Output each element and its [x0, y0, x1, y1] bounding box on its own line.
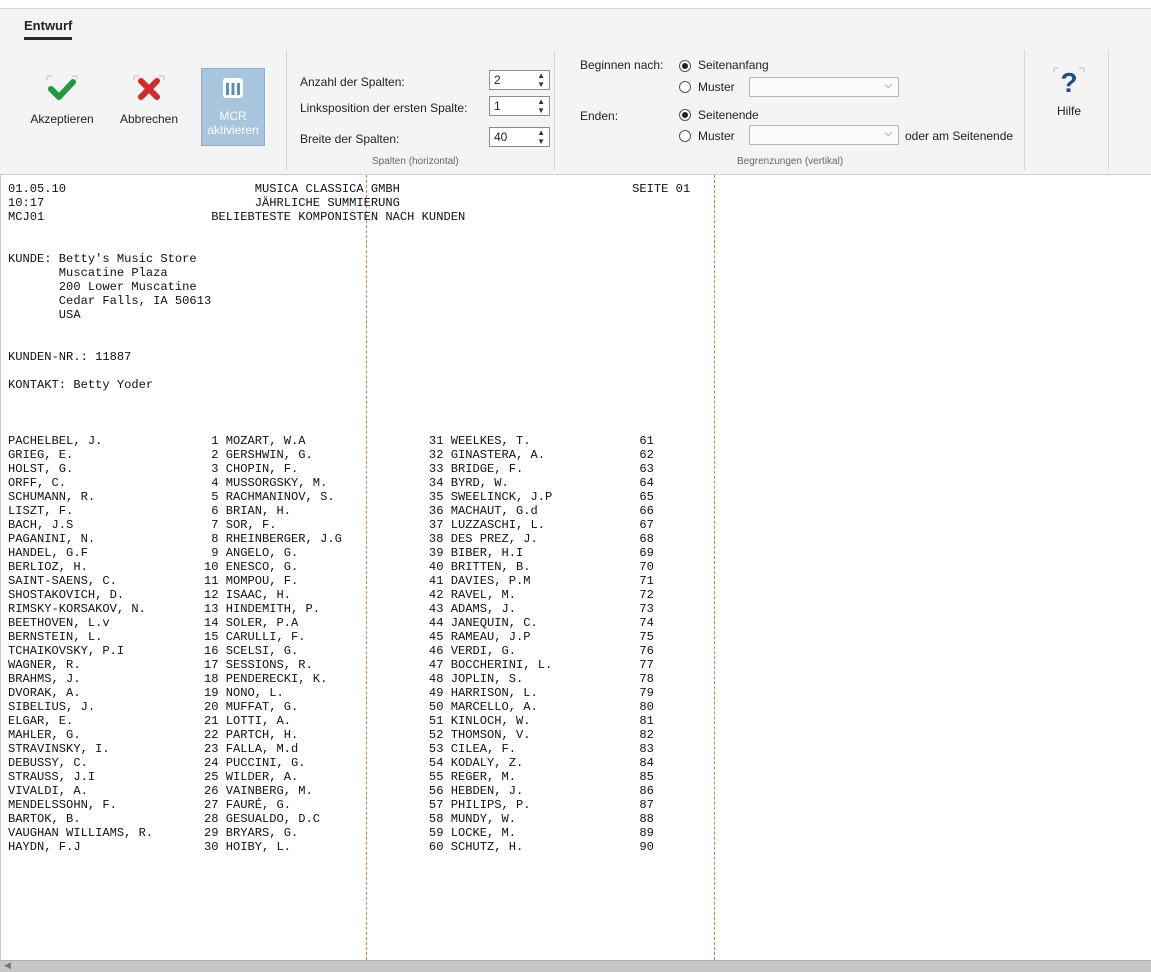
end-page-end-radio[interactable]: [679, 109, 691, 121]
report-line: RIMSKY-KORSAKOV, N. 13 HINDEMITH, P. 43 …: [8, 602, 654, 616]
cancel-button[interactable]: Abbrechen: [112, 68, 186, 146]
mcr-label: MCR aktivieren: [202, 109, 264, 137]
column-width-spinner[interactable]: 40 ▲ ▼: [489, 127, 550, 147]
report-line: MAHLER, G. 22 PARTCH, H. 52 THOMSON, V. …: [8, 728, 654, 742]
report-line: KONTAKT: Betty Yoder: [8, 378, 154, 392]
report-line: BERNSTEIN, L. 15 CARULLI, F. 45 RAMEAU, …: [8, 630, 654, 644]
help-button[interactable]: ? Hilfe: [1043, 60, 1095, 138]
report-view[interactable]: 01.05.10 MUSICA CLASSICA GMBH SEITE 01 10…: [0, 175, 1151, 960]
report-line: SIBELIUS, J. 20 MUFFAT, G. 50 MARCELLO, …: [8, 700, 654, 714]
report-line: BEETHOVEN, L.v 14 SOLER, P.A 44 JANEQUIN…: [8, 616, 654, 630]
report-line: PAGANINI, N. 8 RHEINBERGER, J.G 38 DES P…: [8, 532, 654, 546]
left-position-spinner[interactable]: 1 ▲ ▼: [489, 96, 550, 116]
mcr-label-line2: aktivieren: [207, 123, 259, 137]
report-line: Cedar Falls, IA 50613: [8, 294, 212, 308]
left-position-label: Linksposition der ersten Spalte:: [300, 101, 468, 115]
report-line: ELGAR, E. 21 LOTTI, A. 51 KINLOCH, W. 81: [8, 714, 654, 728]
ribbon: Entwurf Akzeptieren Abbrechen MCR aktivi…: [0, 0, 1151, 175]
report-line: VIVALDI, A. 26 VAINBERG, M. 56 HEBDEN, J…: [8, 784, 654, 798]
column-count-spinner[interactable]: 2 ▲ ▼: [489, 70, 550, 90]
report-line: PACHELBEL, J. 1 MOZART, W.A 31 WEELKES, …: [8, 434, 654, 448]
report-line: GRIEG, E. 2 GERSHWIN, G. 32 GINASTERA, A…: [8, 448, 654, 462]
spinner-arrows-icon[interactable]: ▲ ▼: [537, 71, 545, 89]
spinner-arrows-icon[interactable]: ▲ ▼: [537, 97, 545, 115]
report-line: DEBUSSY, C. 24 PUCCINI, G. 54 KODALY, Z.…: [8, 756, 654, 770]
svg-text:?: ?: [1060, 67, 1077, 96]
report-line: KUNDEN-NR.: 11887: [8, 350, 132, 364]
cancel-label: Abbrechen: [119, 112, 179, 126]
report-line: LISZT, F. 6 BRIAN, H. 36 MACHAUT, G.d 66: [8, 504, 654, 518]
report-line: ORFF, C. 4 MUSSORGSKY, M. 34 BYRD, W. 64: [8, 476, 654, 490]
report-line: STRAUSS, J.I 25 WILDER, A. 55 REGER, M. …: [8, 770, 654, 784]
separator: [1024, 50, 1025, 170]
begin-pattern-dropdown[interactable]: ⌵: [749, 77, 899, 97]
scroll-left-icon[interactable]: ◀: [4, 960, 11, 971]
report-line: SAINT-SAENS, C. 11 MOMPOU, F. 41 DAVIES,…: [8, 574, 654, 588]
report-line: 10:17 JÄHRLICHE SUMMIERUNG: [8, 196, 400, 210]
mcr-label-line1: MCR: [219, 109, 247, 123]
report-line: WAGNER, R. 17 SESSIONS, R. 47 BOCCHERINI…: [8, 658, 654, 672]
x-icon: [133, 75, 165, 100]
begin-page-start-radio[interactable]: [679, 60, 691, 72]
report-line: SCHUMANN, R. 5 RACHMANINOV, S. 35 SWEELI…: [8, 490, 654, 504]
accept-label: Akzeptieren: [30, 112, 94, 126]
help-label: Hilfe: [1056, 104, 1081, 118]
begin-page-start-label: Seitenanfang: [698, 58, 769, 72]
report-line: 01.05.10 MUSICA CLASSICA GMBH SEITE 01: [8, 182, 691, 196]
column-guide-line[interactable]: [714, 175, 715, 960]
report-line: BARTOK, B. 28 GESUALDO, D.C 58 MUNDY, W.…: [8, 812, 654, 826]
begin-pattern-label: Muster: [698, 80, 735, 94]
begin-after-label: Beginnen nach:: [580, 58, 664, 72]
separator: [1108, 50, 1109, 170]
tab-entwurf[interactable]: Entwurf: [24, 18, 73, 40]
question-mark-icon: ?: [1053, 67, 1085, 96]
left-position-value: 1: [494, 99, 501, 113]
chevron-down-icon: ⌵: [884, 128, 892, 139]
report-line: DVORAK, A. 19 NONO, L. 49 HARRISON, L. 7…: [8, 686, 654, 700]
end-page-end-label: Seitenende: [698, 108, 759, 122]
separator: [286, 50, 287, 170]
checkmark-icon: [46, 75, 78, 100]
report-line: BRAHMS, J. 18 PENDERECKI, K. 48 JOPLIN, …: [8, 672, 654, 686]
spinner-arrows-icon[interactable]: ▲ ▼: [537, 128, 545, 146]
end-pattern-dropdown[interactable]: ⌵: [749, 125, 899, 145]
report-line: 200 Lower Muscatine: [8, 280, 197, 294]
ribbon-top-border: [0, 0, 1151, 9]
report-line: BERLIOZ, H. 10 ENESCO, G. 40 BRITTEN, B.…: [8, 560, 654, 574]
begin-pattern-radio[interactable]: [679, 81, 691, 93]
report-line: STRAVINSKY, I. 23 FALLA, M.d 53 CILEA, F…: [8, 742, 654, 756]
report-line: VAUGHAN WILLIAMS, R. 29 BRYARS, G. 59 LO…: [8, 826, 654, 840]
column-width-label: Breite der Spalten:: [300, 132, 400, 146]
end-pattern-radio[interactable]: [679, 130, 691, 142]
report-line: SHOSTAKOVICH, D. 12 ISAAC, H. 42 RAVEL, …: [8, 588, 654, 602]
report-line: HAYDN, F.J 30 HOIBY, L. 60 SCHUTZ, H. 90: [8, 840, 654, 854]
column-width-value: 40: [494, 130, 508, 144]
report-line: MCJ01 BELIEBTESTE KOMPONISTEN NACH KUNDE…: [8, 210, 466, 224]
horizontal-scrollbar[interactable]: ◀: [0, 960, 1151, 972]
column-count-value: 2: [494, 73, 501, 87]
end-suffix-label: oder am Seitenende: [905, 129, 1014, 143]
chevron-down-icon: ⌵: [884, 80, 892, 91]
columns-icon: [223, 78, 243, 98]
columns-group-caption: Spalten (horizontal): [372, 156, 459, 167]
accept-button[interactable]: Akzeptieren: [20, 68, 104, 146]
report-line: HANDEL, G.F 9 ANGELO, G. 39 BIBER, H.I 6…: [8, 546, 654, 560]
end-label: Enden:: [580, 109, 619, 123]
report-line: TCHAIKOVSKY, P.I 16 SCELSI, G. 46 VERDI,…: [8, 644, 654, 658]
report-line: USA: [8, 308, 81, 322]
report-line: BACH, J.S 7 SOR, F. 37 LUZZASCHI, L. 67: [8, 518, 654, 532]
report-line: MENDELSSOHN, F. 27 FAURÉ, G. 57 PHILIPS,…: [8, 798, 654, 812]
limits-group-caption: Begrenzungen (vertikal): [737, 156, 844, 167]
report-line: Muscatine Plaza: [8, 266, 168, 280]
end-pattern-label: Muster: [698, 129, 735, 143]
column-count-label: Anzahl der Spalten:: [300, 75, 405, 89]
separator: [554, 50, 555, 170]
report-line: HOLST, G. 3 CHOPIN, F. 33 BRIDGE, F. 63: [8, 462, 654, 476]
mcr-activate-button[interactable]: MCR aktivieren: [201, 68, 265, 146]
report-line: KUNDE: Betty's Music Store: [8, 252, 197, 266]
